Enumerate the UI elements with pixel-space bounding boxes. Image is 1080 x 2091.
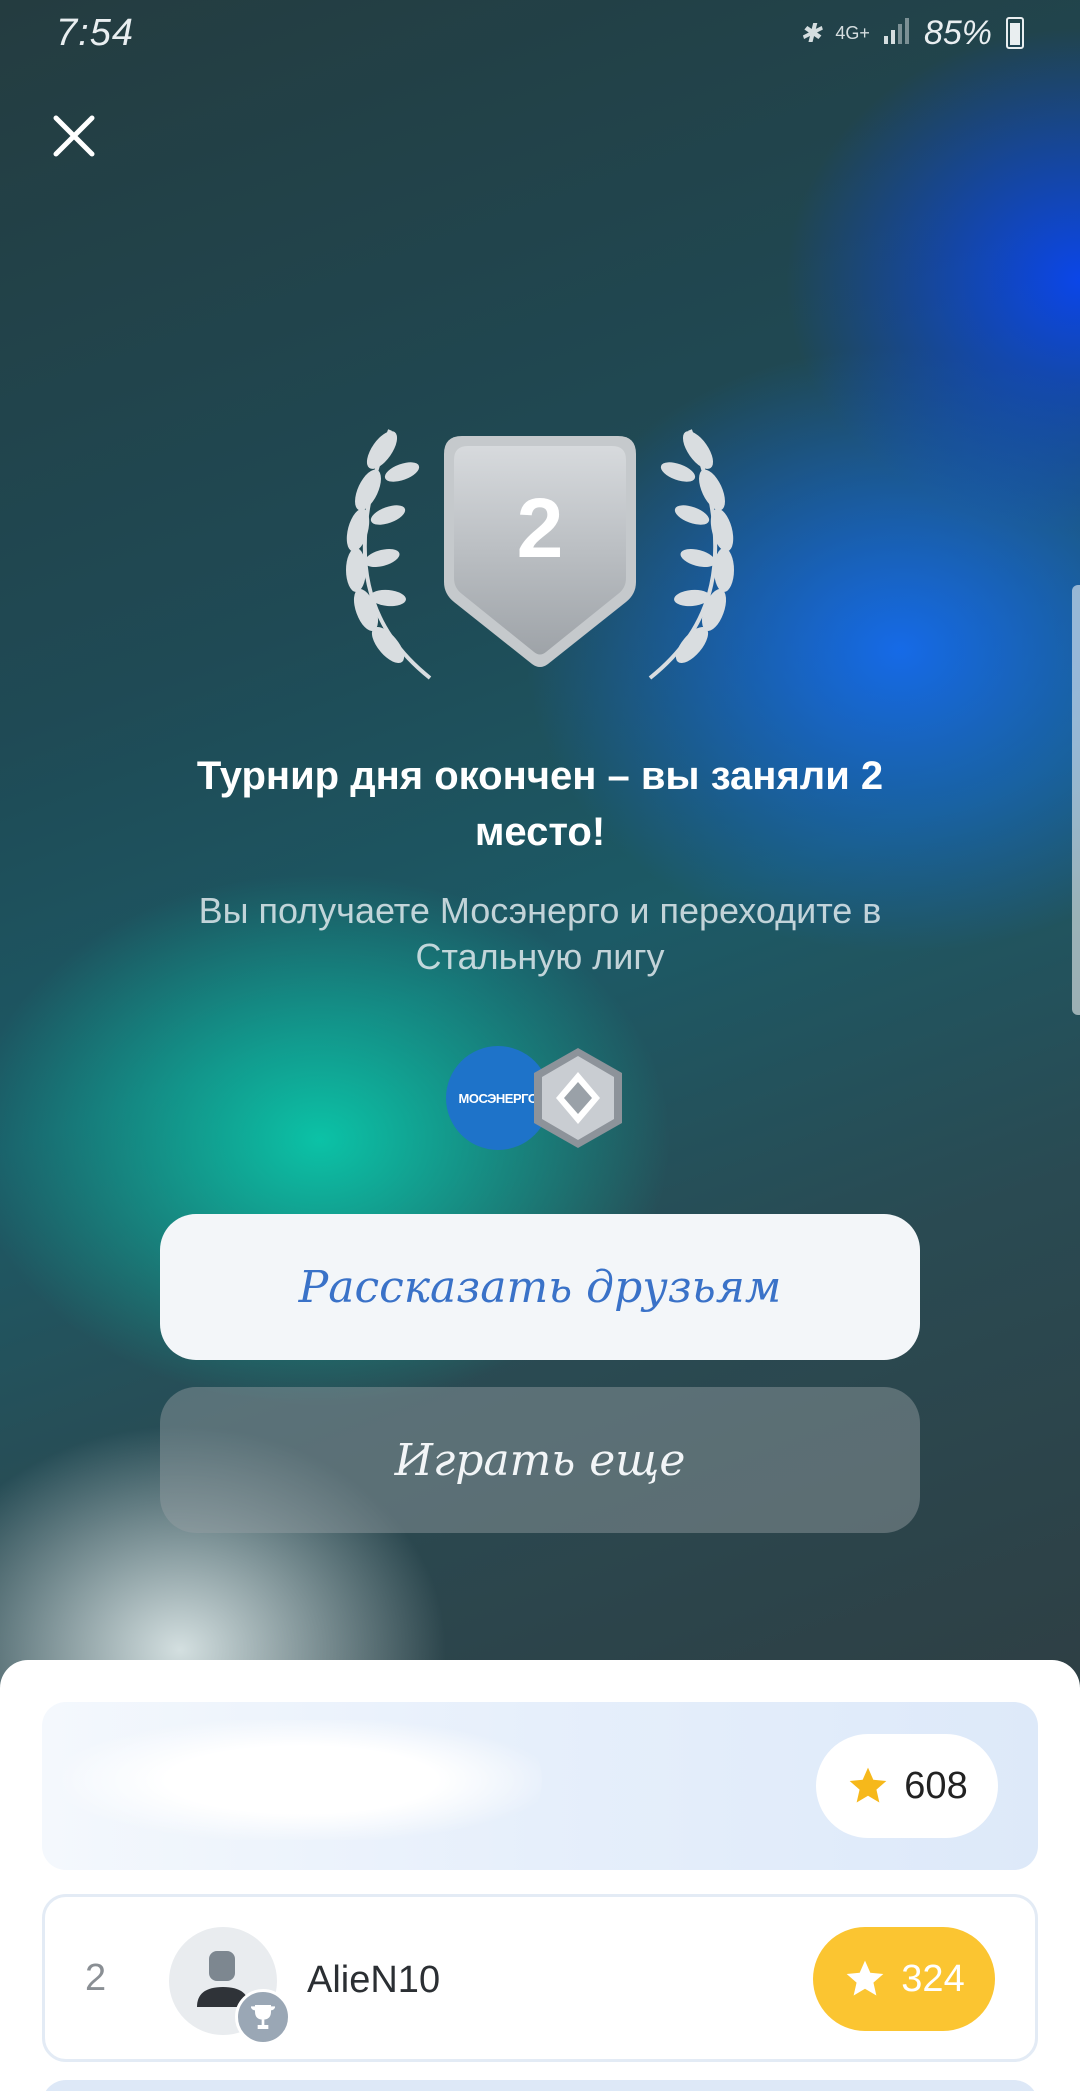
close-icon — [53, 115, 95, 157]
leaderboard-row-partial[interactable] — [42, 2080, 1038, 2091]
avatar — [169, 1927, 291, 2045]
place-number: 2 — [516, 481, 564, 575]
rank-number: 2 — [85, 1957, 107, 1999]
rewards: МОСЭНЕРГО — [446, 1046, 626, 1150]
share-button[interactable]: Рассказать друзьям — [160, 1214, 920, 1360]
score-badge: 324 — [813, 1927, 995, 2031]
trophy-icon — [235, 1989, 291, 2045]
redacted-user-info — [62, 1720, 542, 1840]
status-time: 7:54 — [56, 11, 134, 54]
score-value: 608 — [904, 1764, 968, 1807]
status-icons: ✱ 4G+ 85% — [800, 14, 1024, 53]
star-icon — [846, 1960, 884, 1996]
battery-percent: 85% — [923, 13, 992, 52]
mosenergo-logo-text: МОСЭНЕРГО — [458, 1090, 538, 1106]
play-again-button-label: Играть еще — [394, 1434, 686, 1486]
signal-icon — [883, 16, 910, 51]
username: AlieN10 — [307, 1959, 441, 2001]
result-subtitle: Вы получаете Мосэнерго и переходите в Ст… — [198, 890, 882, 977]
side-panel-handle[interactable] — [1072, 585, 1080, 1015]
laurel-left-icon — [346, 429, 432, 680]
star-icon — [849, 1767, 887, 1803]
close-button[interactable] — [44, 106, 104, 166]
place-badge: 2 — [330, 420, 750, 690]
bluetooth-icon: ✱ — [799, 17, 822, 48]
share-button-label: Рассказать друзьям — [298, 1261, 782, 1313]
network-type: 4G+ — [835, 22, 870, 43]
result-title: Турнир дня окончен – вы заняли 2 место! — [196, 754, 884, 854]
leaderboard-row-current-user[interactable]: 608 — [42, 1702, 1038, 1870]
play-again-button[interactable]: Играть еще — [160, 1387, 920, 1533]
status-bar: 7:54 ✱ 4G+ 85% — [0, 0, 1080, 66]
laurel-right-icon — [648, 429, 734, 680]
score-value: 324 — [901, 1957, 965, 2000]
battery-icon — [1006, 17, 1024, 49]
steel-league-icon — [534, 1048, 622, 1148]
leaderboard-row[interactable]: 2 AlieN10 324 — [42, 1894, 1038, 2062]
score-badge: 608 — [816, 1734, 998, 1838]
